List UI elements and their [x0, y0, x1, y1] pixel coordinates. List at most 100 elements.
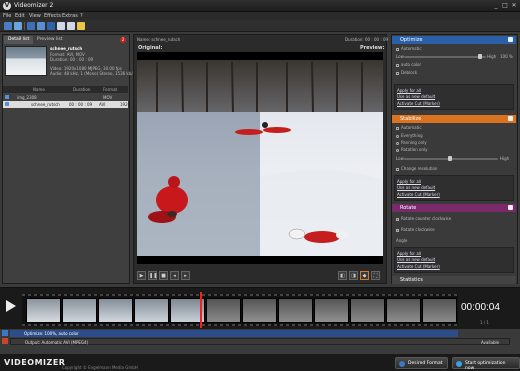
open-file-icon[interactable]	[4, 22, 12, 30]
menu-edit[interactable]: Edit	[15, 13, 25, 19]
rotate-default-link[interactable]: Use as new default	[397, 257, 435, 262]
collapse-icon[interactable]	[508, 116, 513, 121]
change-resolution-option[interactable]: Change resolution	[396, 166, 437, 171]
menu-view[interactable]: View	[29, 13, 41, 19]
timeline-frame[interactable]	[134, 298, 169, 323]
rotate-apply-link[interactable]: Apply for all	[397, 251, 421, 256]
marker-icon[interactable]: ◆	[360, 271, 369, 280]
tab-detail-list[interactable]: Detail list	[4, 36, 34, 44]
play-icon[interactable]: ▶	[137, 271, 146, 280]
output-track-icon	[2, 338, 8, 344]
maximize-button[interactable]: □	[501, 2, 509, 9]
stop-icon[interactable]: ■	[159, 271, 168, 280]
auto-color-option[interactable]: auto color	[396, 62, 421, 67]
desired-format-button[interactable]: Desired Format	[395, 357, 448, 369]
close-button[interactable]: ✕	[510, 2, 518, 9]
stabilize-everything[interactable]: Everything	[396, 133, 423, 138]
stabilize-slider-handle[interactable]	[448, 156, 452, 161]
next-frame-icon[interactable]: ▸	[181, 271, 190, 280]
stabilize-automatic[interactable]: Automatic	[396, 125, 422, 130]
prev-frame-icon[interactable]: ◂	[170, 271, 179, 280]
add-file-icon[interactable]	[14, 22, 22, 30]
statistics-header[interactable]: Statistics	[392, 276, 516, 284]
export-icon[interactable]	[47, 22, 55, 30]
frame-counter: 1 / 1	[480, 320, 489, 325]
menu-effects[interactable]: Effects	[44, 13, 61, 19]
timeline-frame[interactable]	[62, 298, 97, 323]
optimize-slider-handle[interactable]	[478, 54, 482, 59]
optimize-low-label: Low	[396, 54, 404, 59]
timeline-play-icon[interactable]	[4, 298, 18, 314]
row-format: AVI	[99, 102, 106, 107]
optimize-activate-link[interactable]: Activate Cut (Marker)	[397, 101, 440, 106]
timeline-frame[interactable]	[314, 298, 349, 323]
timeline-frame[interactable]	[26, 298, 61, 323]
column-name[interactable]: Name	[33, 87, 45, 92]
optimize-header[interactable]: Optimize	[392, 36, 516, 44]
output-status: Available	[481, 340, 500, 345]
menu-extras[interactable]: Extras	[62, 13, 78, 19]
deblock-option[interactable]: Deblock	[396, 70, 417, 75]
optimize-default-link[interactable]: Use as new default	[397, 94, 435, 99]
file-name: schnee_rutsch	[50, 46, 83, 51]
list-item[interactable]: img_2308 MOV	[3, 94, 128, 101]
optimize-apply-link[interactable]: Apply for all	[397, 88, 421, 93]
row-duration: 00 : 00 : 09	[69, 102, 93, 107]
help-icon[interactable]	[77, 22, 85, 30]
pause-icon[interactable]: ❚❚	[148, 271, 157, 280]
optimize-title: Optimize	[400, 37, 423, 43]
grid-view-icon[interactable]	[67, 22, 75, 30]
timeline-frame[interactable]	[206, 298, 241, 323]
column-format[interactable]: Format	[103, 87, 117, 92]
list-item-selected[interactable]: schnee_rutsch 00 : 00 : 09 AVI 1920	[3, 101, 131, 108]
row-name: schnee_rutsch	[31, 102, 60, 107]
timeline-frame[interactable]	[422, 298, 457, 323]
timeline-frame[interactable]	[242, 298, 277, 323]
clip-name-label: Name: schnee_rutsch	[137, 37, 181, 42]
menu-help[interactable]: ?	[80, 13, 83, 19]
stabilize-apply-link[interactable]: Apply for all	[397, 179, 421, 184]
timeline-frame[interactable]	[98, 298, 133, 323]
settings-icon[interactable]	[27, 22, 35, 30]
optimize-track-icon	[2, 330, 8, 336]
collapse-icon[interactable]	[508, 205, 513, 210]
collapse-icon[interactable]	[508, 37, 513, 42]
start-optimization-button[interactable]: Start optimization now	[452, 357, 520, 371]
optimize-automatic[interactable]: Automatic	[396, 46, 422, 51]
timeline-frame[interactable]	[278, 298, 313, 323]
video-thumbnail[interactable]	[5, 46, 47, 76]
output-track[interactable]: Output: Automatic AVI (MPEG4) Available	[10, 338, 510, 345]
compare-icon[interactable]: ◨	[349, 271, 358, 280]
stabilize-default-link[interactable]: Use as new default	[397, 185, 435, 190]
clip-duration-label: Duration: 00 : 00 : 09	[345, 37, 389, 42]
split-view-icon[interactable]: ◧	[338, 271, 347, 280]
stabilize-panning[interactable]: Panning only	[396, 140, 427, 145]
fullscreen-icon[interactable]: ⛶	[371, 271, 380, 280]
column-duration[interactable]: Duration	[73, 87, 90, 92]
format-icon	[399, 361, 405, 367]
rotate-header[interactable]: Rotate	[392, 204, 516, 212]
statistics-title: Statistics	[400, 277, 423, 283]
playhead-marker[interactable]	[200, 292, 202, 328]
video-frame[interactable]	[137, 52, 383, 264]
rotate-clockwise-button[interactable]: Rotate clockwise	[396, 227, 435, 232]
optimize-slider[interactable]	[404, 56, 486, 58]
optimization-track[interactable]: Optimize: 100%, auto color	[10, 330, 458, 337]
list-view-icon[interactable]	[57, 22, 65, 30]
timecode-display: 00:00:04	[461, 302, 500, 313]
minimize-button[interactable]: _	[492, 2, 500, 9]
stabilize-activate-link[interactable]: Activate Cut (Marker)	[397, 192, 440, 197]
app-logo-icon: V	[3, 2, 11, 10]
preview-icon[interactable]	[37, 22, 45, 30]
menu-file[interactable]: File	[3, 13, 11, 19]
menu-bar: File Edit View Effects Extras ?	[0, 12, 520, 20]
timeline-frame[interactable]	[350, 298, 385, 323]
stabilize-rotation[interactable]: Rotation only	[396, 147, 427, 152]
stabilize-title: Stabilize	[400, 116, 422, 122]
rotate-counter-button[interactable]: Rotate counter clockwise	[396, 216, 451, 221]
stabilize-header[interactable]: Stabilize	[392, 115, 516, 123]
row-extra: 1920	[120, 102, 131, 107]
timeline-frame[interactable]	[386, 298, 421, 323]
tab-preview-list[interactable]: Preview list	[33, 36, 67, 44]
rotate-activate-link[interactable]: Activate Cut (Marker)	[397, 264, 440, 269]
